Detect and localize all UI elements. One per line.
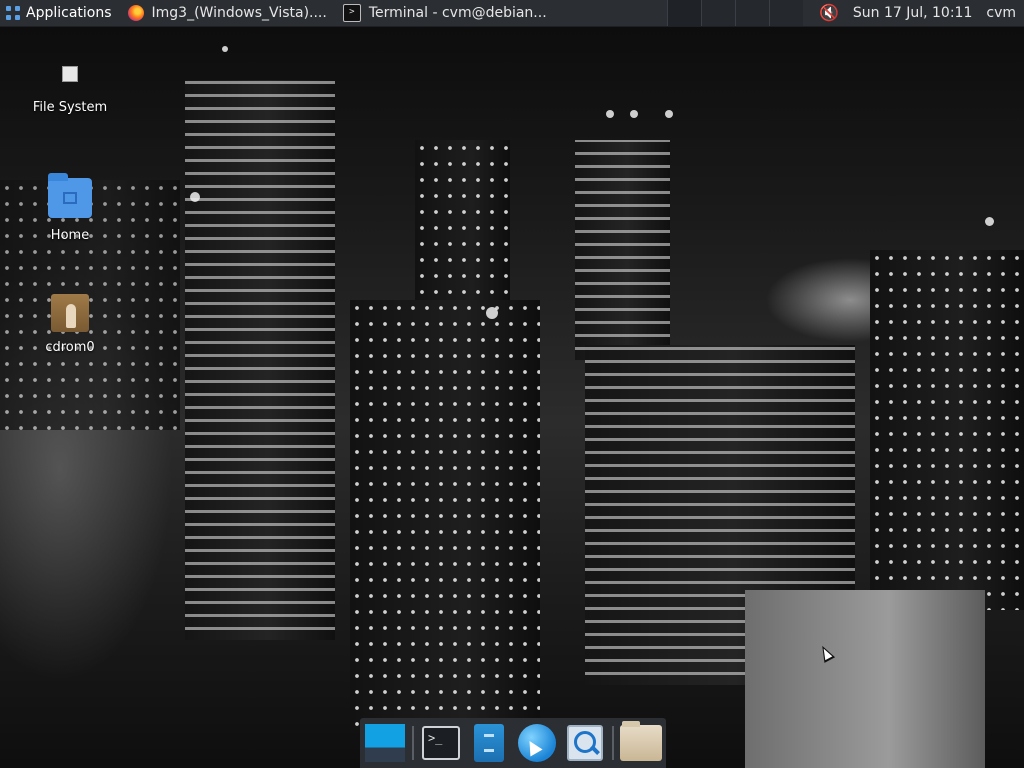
firefox-icon — [127, 5, 144, 21]
system-tray: 🔇 Sun 17 Jul, 10:11 cvm — [803, 5, 1024, 22]
home-folder-icon — [48, 173, 92, 218]
wallpaper-building — [185, 80, 335, 640]
wallpaper-light — [630, 110, 638, 118]
desktop-icon-label: File System — [32, 100, 108, 115]
clock[interactable]: Sun 17 Jul, 10:11 — [853, 5, 973, 21]
desktop-icon-label: cdrom0 — [45, 340, 95, 355]
show-desktop-icon — [365, 724, 406, 762]
xfce-logo-icon — [6, 6, 20, 20]
web-browser-launcher[interactable] — [516, 721, 558, 765]
file-manager-icon — [473, 724, 504, 762]
wallpaper-light — [190, 192, 200, 202]
wallpaper-building — [745, 590, 985, 768]
show-desktop-button[interactable] — [364, 721, 406, 765]
desktop-icon-home[interactable]: Home — [20, 173, 120, 243]
wallpaper-building — [575, 140, 670, 360]
taskbar-item-title: Terminal - cvm@debian... — [368, 5, 547, 21]
wallpaper-building — [415, 140, 510, 310]
taskbar-item-firefox[interactable]: Img3_(Windows_Vista).... — [120, 0, 335, 26]
workspace-4[interactable] — [768, 0, 803, 26]
applications-menu-button[interactable]: Applications — [0, 0, 120, 26]
cdrom-icon — [51, 294, 89, 332]
desktop-icon-label: Home — [50, 228, 90, 243]
app-finder-launcher[interactable] — [564, 721, 606, 765]
wallpaper-light — [486, 307, 498, 319]
folder-launcher[interactable] — [619, 721, 662, 765]
web-browser-icon — [518, 724, 557, 762]
workspace-3[interactable] — [734, 0, 769, 26]
taskbar-item-title: Img3_(Windows_Vista).... — [151, 5, 327, 21]
wallpaper-light — [606, 110, 614, 118]
user-menu[interactable]: cvm — [986, 5, 1016, 21]
wallpaper-light — [985, 217, 994, 226]
terminal-launcher[interactable]: >_ — [420, 721, 462, 765]
wallpaper-building — [350, 300, 540, 730]
top-panel: Applications Img3_(Windows_Vista).... > … — [0, 0, 1024, 27]
workspace-1[interactable] — [666, 0, 701, 26]
drive-icon — [62, 66, 78, 82]
bottom-dock: >_ — [360, 718, 666, 768]
workspace-2[interactable] — [700, 0, 735, 26]
wallpaper-light — [665, 110, 673, 118]
desktop-wallpaper — [0, 0, 1024, 768]
wallpaper-light — [222, 46, 228, 52]
dock-separator — [612, 726, 614, 760]
wallpaper-building — [870, 250, 1024, 610]
dock-separator — [412, 726, 414, 760]
desktop-icon-cdrom[interactable]: cdrom0 — [20, 294, 120, 355]
taskbar-item-terminal[interactable]: > Terminal - cvm@debian... — [335, 0, 555, 26]
workspace-switcher[interactable] — [666, 0, 803, 26]
terminal-icon: > — [342, 4, 361, 22]
applications-menu-label: Applications — [26, 5, 112, 21]
app-finder-icon — [567, 725, 604, 761]
speaker-muted-icon[interactable]: 🔇 — [819, 5, 839, 21]
file-manager-launcher[interactable] — [468, 721, 510, 765]
folder-icon — [619, 721, 662, 761]
desktop-icon-file-system[interactable]: File System — [20, 66, 120, 115]
terminal-icon: >_ — [421, 726, 460, 760]
